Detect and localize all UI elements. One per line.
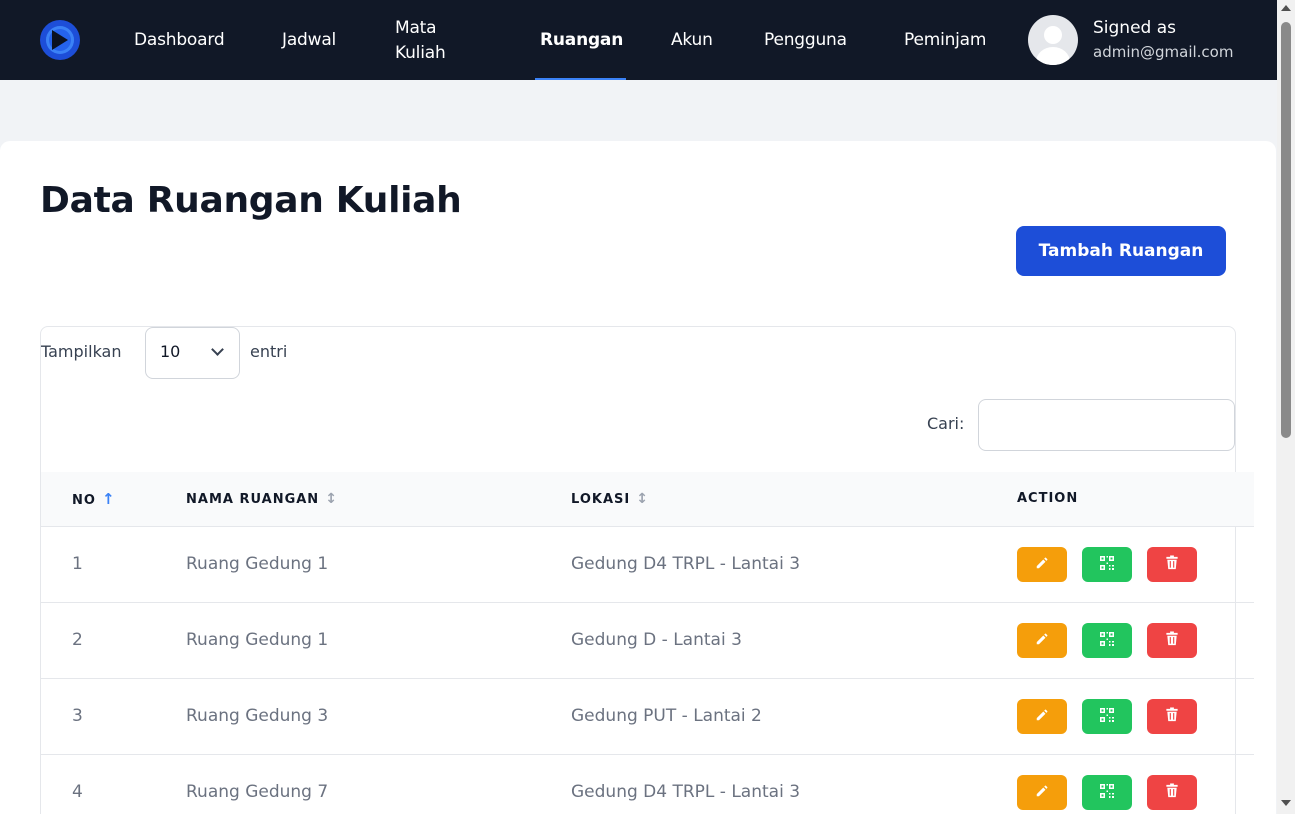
nav-item-mata-kuliah[interactable]: Mata Kuliah [395,16,475,66]
nav-item-jadwal[interactable]: Jadwal [282,30,336,50]
cell-room-name: Ruang Gedung 3 [186,706,329,726]
cell-location: Gedung D4 TRPL - Lantai 3 [571,782,801,803]
app-logo-icon[interactable] [40,20,80,60]
cell-room-name: Ruang Gedung 1 [186,554,329,574]
page-title: Data Ruangan Kuliah [40,180,462,221]
edit-button[interactable] [1017,622,1067,658]
delete-button[interactable] [1147,774,1197,810]
add-room-button[interactable]: Tambah Ruangan [1016,226,1226,276]
edit-button[interactable] [1017,546,1067,582]
trash-icon [1165,707,1179,725]
rooms-table: NO ↑ NAMA RUANGAN ↕ LOKASI ↕ ACTION 1 Ruang … [41,472,1254,814]
qrcode-icon [1099,631,1115,650]
pencil-icon [1035,708,1049,725]
sort-icon: ↕ [325,490,338,507]
sort-asc-icon: ↑ [101,489,116,508]
edit-button[interactable] [1017,774,1067,810]
entries-label: entri [250,342,288,361]
cell-no: 4 [72,782,83,803]
table-row: 4 Ruang Gedung 7 Gedung D4 TRPL - Lantai 3 [41,754,1254,814]
trash-icon [1165,631,1179,649]
header-location-label: LOKASI [571,491,631,507]
active-nav-indicator [535,78,626,80]
search-label: Cari: [927,414,965,433]
sort-icon: ↕ [636,490,649,507]
cell-location: Gedung D - Lantai 3 [571,630,742,650]
entries-select[interactable]: 10 [145,327,240,379]
navbar: Dashboard Jadwal Mata Kuliah Ruangan Aku… [0,0,1277,80]
qrcode-button[interactable] [1082,622,1132,658]
row-actions [1017,774,1254,810]
cell-actions [1017,678,1254,754]
chevron-down-icon [211,343,224,356]
signed-as-label: Signed as [1093,18,1177,38]
cell-actions [1017,526,1254,602]
table-row: 1 Ruang Gedung 1 Gedung D4 TRPL - Lantai 3 [41,526,1254,602]
cell-no: 2 [72,630,83,650]
user-email: admin@gmail.com [1093,43,1234,61]
delete-button[interactable] [1147,546,1197,582]
header-action-label: ACTION [1017,491,1079,507]
trash-icon [1165,555,1179,573]
cell-no: 3 [72,706,83,726]
qrcode-button[interactable] [1082,774,1132,810]
nav-item-akun[interactable]: Akun [671,30,713,50]
entries-value: 10 [160,342,181,361]
table-row: 3 Ruang Gedung 3 Gedung PUT - Lantai 2 [41,678,1254,754]
row-actions [1017,622,1254,658]
cell-no: 1 [72,554,83,574]
header-room-name-label: NAMA RUANGAN [186,491,320,507]
nav-item-pengguna[interactable]: Pengguna [764,30,847,50]
search-input[interactable] [978,399,1235,451]
header-location[interactable]: LOKASI ↕ [571,472,1017,526]
header-no[interactable]: NO ↑ [41,472,186,526]
nav-item-dashboard[interactable]: Dashboard [134,30,225,50]
cell-location: Gedung D4 TRPL - Lantai 3 [571,554,801,574]
delete-button[interactable] [1147,622,1197,658]
qrcode-icon [1099,555,1115,574]
qrcode-icon [1099,783,1115,802]
show-entries-label: Tampilkan [41,342,122,361]
qrcode-button[interactable] [1082,698,1132,734]
row-actions [1017,698,1254,734]
qrcode-icon [1099,707,1115,726]
pencil-icon [1035,556,1049,573]
cell-room-name: Ruang Gedung 1 [186,630,329,650]
cell-room-name: Ruang Gedung 7 [186,782,329,803]
scroll-down-arrow-icon[interactable] [1281,800,1291,806]
delete-button[interactable] [1147,698,1197,734]
header-no-label: NO [72,492,96,508]
header-action: ACTION [1017,472,1254,526]
table-body: 1 Ruang Gedung 1 Gedung D4 TRPL - Lantai 3… [41,526,1254,814]
table-header-row: NO ↑ NAMA RUANGAN ↕ LOKASI ↕ ACTION [41,472,1254,526]
qrcode-button[interactable] [1082,546,1132,582]
cell-actions [1017,754,1254,814]
scroll-thumb[interactable] [1281,22,1291,438]
cell-location: Gedung PUT - Lantai 2 [571,706,762,726]
cell-actions [1017,602,1254,678]
page-scrollbar[interactable] [1277,0,1295,814]
trash-icon [1165,783,1179,801]
user-avatar-icon[interactable] [1028,15,1078,65]
play-icon [52,30,68,50]
nav-item-peminjam[interactable]: Peminjam [904,30,986,50]
nav-item-ruangan[interactable]: Ruangan [540,30,623,50]
edit-button[interactable] [1017,698,1067,734]
header-room-name[interactable]: NAMA RUANGAN ↕ [186,472,571,526]
scroll-up-arrow-icon[interactable] [1281,5,1291,11]
table-row: 2 Ruang Gedung 1 Gedung D - Lantai 3 [41,602,1254,678]
pencil-icon [1035,632,1049,649]
row-actions [1017,546,1254,582]
pencil-icon [1035,784,1049,801]
